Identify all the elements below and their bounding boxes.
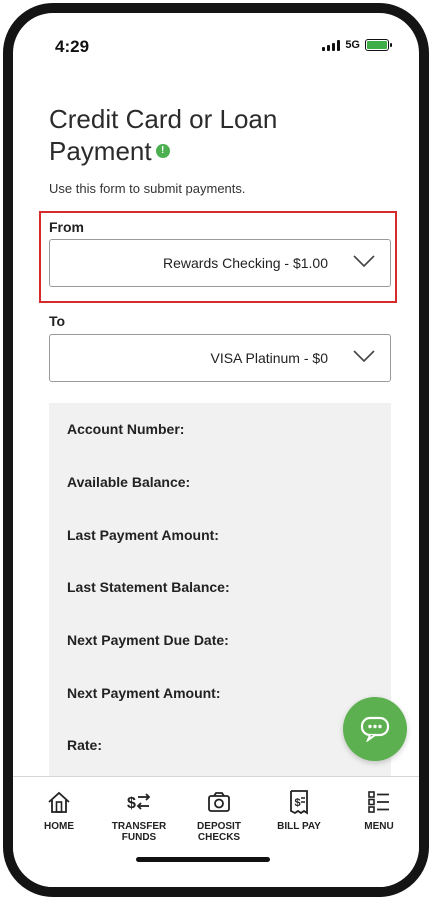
from-label: From xyxy=(49,219,84,235)
next-payment-amount-label: Next Payment Amount: xyxy=(67,685,221,701)
chevron-down-icon xyxy=(353,350,375,363)
to-account-select[interactable]: VISA Platinum - $0 xyxy=(49,334,391,382)
chevron-down-icon xyxy=(353,255,375,268)
next-payment-due-date-label: Next Payment Due Date: xyxy=(67,632,229,648)
from-account-value: Rewards Checking - $1.00 xyxy=(163,255,328,271)
page-title-line1: Credit Card or Loan xyxy=(49,104,278,134)
status-icons: 5G xyxy=(322,39,392,51)
nav-bill-pay-label: BILL PAY xyxy=(277,821,321,832)
nav-menu-label: MENU xyxy=(364,821,394,832)
info-icon[interactable]: ! xyxy=(155,144,170,159)
camera-icon xyxy=(208,792,230,812)
nav-deposit-checks[interactable]: DEPOSIT CHECKS xyxy=(179,789,259,843)
page-title: Credit Card or Loan Payment! xyxy=(49,103,349,167)
nav-transfer-label-1: TRANSFER xyxy=(111,821,167,832)
nav-home-label: HOME xyxy=(44,821,74,832)
nav-bill-pay[interactable]: $ BILL PAY xyxy=(259,789,339,832)
transfer-icon: $ xyxy=(127,793,151,812)
battery-charging-icon xyxy=(365,39,392,51)
to-account-value: VISA Platinum - $0 xyxy=(210,350,328,366)
last-statement-balance-label: Last Statement Balance: xyxy=(67,579,230,595)
nav-home[interactable]: HOME xyxy=(19,789,99,832)
bottom-nav: HOME $ TRANSFER FUNDS DEPOSIT CHECKS $ B… xyxy=(13,776,419,887)
nav-deposit-label-2: CHECKS xyxy=(197,832,241,843)
rate-label: Rate: xyxy=(67,737,103,753)
svg-text:$: $ xyxy=(127,795,136,812)
status-bar: 4:29 5G xyxy=(13,13,419,73)
menu-list-icon xyxy=(368,791,389,813)
signal-icon xyxy=(322,39,341,51)
from-account-select[interactable]: Rewards Checking - $1.00 xyxy=(49,239,391,287)
page-title-line2: Payment xyxy=(49,136,152,166)
status-time: 4:29 xyxy=(55,37,90,56)
home-indicator[interactable] xyxy=(136,857,270,862)
svg-text:$: $ xyxy=(295,797,301,809)
chat-button[interactable] xyxy=(343,697,407,761)
nav-transfer-funds[interactable]: $ TRANSFER FUNDS xyxy=(99,789,179,843)
account-number-label: Account Number: xyxy=(67,421,185,437)
account-details-panel: Account Number: Available Balance: Last … xyxy=(49,403,391,803)
phone-frame: 4:29 5G Credit Card or Loan Payment! Use… xyxy=(3,3,429,897)
chat-bubble-icon xyxy=(360,716,390,742)
nav-menu[interactable]: MENU xyxy=(339,789,419,832)
bill-icon: $ xyxy=(290,790,308,815)
nav-deposit-label-1: DEPOSIT xyxy=(197,821,241,832)
available-balance-label: Available Balance: xyxy=(67,474,191,490)
page-subtitle: Use this form to submit payments. xyxy=(49,181,246,196)
nav-transfer-label-2: FUNDS xyxy=(121,832,157,843)
to-label: To xyxy=(49,313,66,329)
network-label: 5G xyxy=(345,39,360,51)
home-icon xyxy=(48,791,70,813)
last-payment-amount-label: Last Payment Amount: xyxy=(67,527,219,543)
